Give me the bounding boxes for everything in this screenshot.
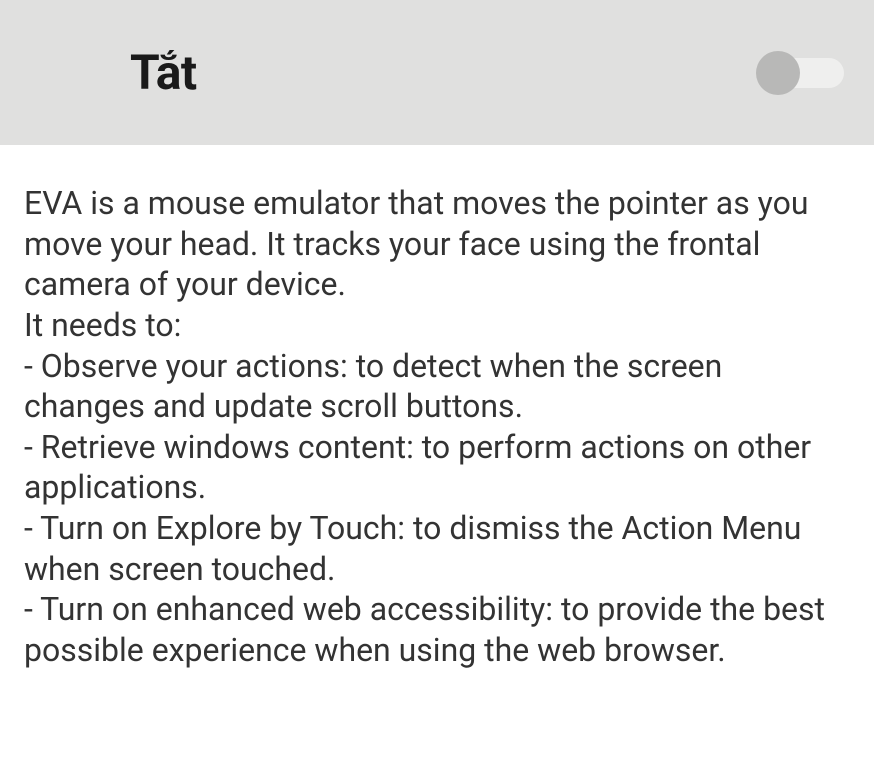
enable-toggle[interactable] bbox=[756, 51, 844, 95]
header-bar: Tắt bbox=[0, 0, 874, 145]
toggle-thumb bbox=[756, 51, 800, 95]
description-text: EVA is a mouse emulator that moves the p… bbox=[24, 183, 850, 671]
header-title: Tắt bbox=[130, 44, 197, 101]
content-area: EVA is a mouse emulator that moves the p… bbox=[0, 145, 874, 671]
